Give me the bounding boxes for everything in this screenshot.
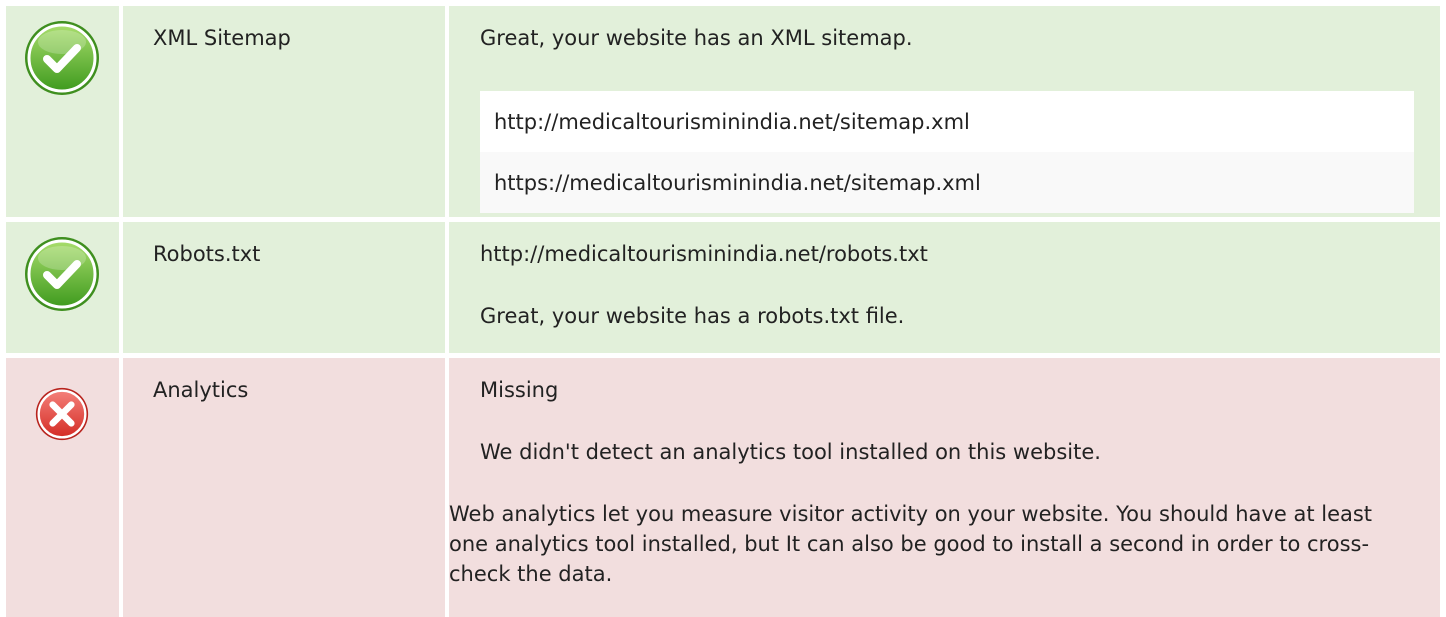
check-label: Analytics	[153, 378, 249, 402]
check-label: Robots.txt	[153, 242, 261, 266]
analytics-status-text: Missing	[480, 378, 559, 402]
xml-sitemap-label-cell: XML Sitemap	[123, 6, 445, 217]
check-message: Great, your website has an XML sitemap.	[480, 26, 913, 50]
robots-txt-row: Robots.txt http://medicaltourisminindia.…	[0, 222, 1446, 353]
check-message: Great, your website has a robots.txt fil…	[480, 304, 905, 328]
sitemap-url-item[interactable]: https://medicaltourisminindia.net/sitema…	[480, 152, 1414, 213]
check-message: We didn't detect an analytics tool insta…	[480, 440, 1101, 464]
check-label: XML Sitemap	[153, 26, 291, 50]
xml-sitemap-row: XML Sitemap Great, your website has an X…	[0, 6, 1446, 217]
robots-txt-url[interactable]: http://medicaltourisminindia.net/robots.…	[480, 239, 928, 269]
check-circle-icon	[25, 237, 99, 311]
sitemap-url-text[interactable]: http://medicaltourisminindia.net/sitemap…	[494, 110, 970, 134]
seo-report-table: XML Sitemap Great, your website has an X…	[0, 0, 1446, 617]
sitemap-url-item[interactable]: http://medicaltourisminindia.net/sitemap…	[480, 91, 1414, 152]
error-circle-icon	[35, 387, 89, 441]
robots-txt-content-cell: http://medicaltourisminindia.net/robots.…	[449, 222, 1440, 353]
check-circle-icon	[25, 21, 99, 95]
analytics-row: Analytics Missing We didn't detect an an…	[0, 358, 1446, 617]
robots-txt-status-cell	[6, 222, 119, 353]
analytics-status-cell	[6, 358, 119, 617]
sitemap-url-list: http://medicaltourisminindia.net/sitemap…	[480, 91, 1414, 213]
xml-sitemap-content-cell: Great, your website has an XML sitemap. …	[449, 6, 1440, 217]
xml-sitemap-status-cell	[6, 6, 119, 217]
analytics-description: Web analytics let you measure visitor ac…	[449, 502, 1373, 586]
analytics-label-cell: Analytics	[123, 358, 445, 617]
sitemap-url-text[interactable]: https://medicaltourisminindia.net/sitema…	[494, 171, 981, 195]
analytics-content-cell: Missing We didn't detect an analytics to…	[449, 358, 1440, 617]
robots-txt-label-cell: Robots.txt	[123, 222, 445, 353]
